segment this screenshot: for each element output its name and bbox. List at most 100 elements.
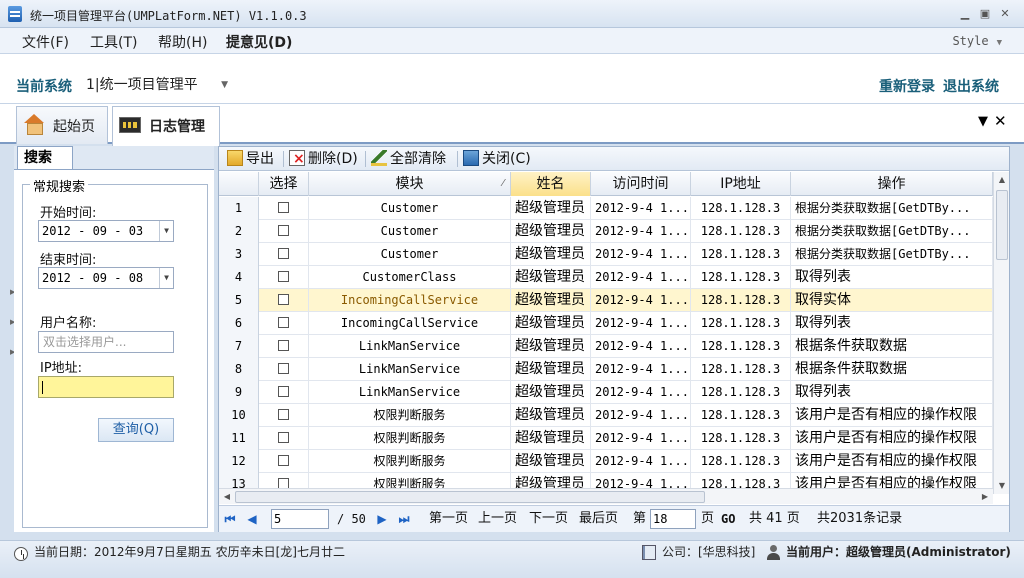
total-records-text: 共2031条记录 — [817, 511, 903, 526]
table-row[interactable]: 1 Customer 超级管理员 2012-9-4 1... 128.1.128.3 根据… — [219, 197, 993, 220]
scroll-thumb[interactable] — [235, 491, 705, 503]
row-checkbox[interactable] — [278, 340, 289, 351]
grid-header: 选择 模块 ⁄ 姓名 访问时间 IP地址 操作 — [219, 172, 993, 196]
operation-cell: 根据分类获取数据[GetDTBy... — [791, 220, 993, 243]
log-grid: 选择 模块 ⁄ 姓名 访问时间 IP地址 操作 1 Customer 超级管理员 201… — [219, 172, 993, 494]
scroll-left-icon[interactable]: ◀ — [219, 489, 235, 505]
row-checkbox[interactable] — [278, 455, 289, 466]
scroll-up-icon[interactable]: ▲ — [994, 172, 1010, 188]
name-cell: 超级管理员 — [511, 197, 591, 220]
select-cell — [259, 243, 309, 266]
menu-feedback[interactable]: 提意见(D) — [226, 32, 292, 52]
next-page-link[interactable]: 下一页 — [529, 510, 568, 528]
ip-address-input[interactable] — [38, 376, 174, 398]
user-name-input[interactable]: 双击选择用户... — [38, 331, 174, 353]
menu-help[interactable]: 帮助(H) — [158, 32, 207, 52]
close-tab-icon[interactable]: ✕ — [994, 112, 1007, 130]
table-row[interactable]: 8 LinkManService 超级管理员 2012-9-4 1... 128.1.1… — [219, 358, 993, 381]
row-checkbox[interactable] — [278, 294, 289, 305]
goto-page-input[interactable]: 18 — [650, 509, 696, 529]
chevron-down-icon[interactable]: ▼ — [159, 221, 173, 241]
table-row[interactable]: 5 IncomingCallService 超级管理员 2012-9-4 1... 12… — [219, 289, 993, 312]
table-row[interactable]: 6 IncomingCallService 超级管理员 2012-9-4 1... 12… — [219, 312, 993, 335]
search-tab[interactable]: 搜索 — [17, 146, 73, 170]
column-header-ip[interactable]: IP地址 — [691, 172, 791, 196]
table-row[interactable]: 7 LinkManService 超级管理员 2012-9-4 1... 128.1.1… — [219, 335, 993, 358]
first-page-link[interactable]: 第一页 — [429, 510, 468, 528]
scroll-right-icon[interactable]: ▶ — [977, 489, 993, 505]
query-button[interactable]: 查询(Q) — [98, 418, 174, 442]
table-row[interactable]: 12 权限判断服务 超级管理员 2012-9-4 1... 128.1.128.3 该用户… — [219, 450, 993, 473]
title-bar: 统一项目管理平台(UMPLatForm.NET) V1.1.0.3 ▁ ▣ ✕ — [0, 0, 1024, 28]
tab-list-dropdown-icon[interactable]: ▼ — [978, 114, 988, 129]
menu-tools[interactable]: 工具(T) — [90, 32, 137, 52]
prev-page-icon[interactable]: ◀ — [245, 511, 259, 527]
tab-start-page[interactable]: 起始页 — [16, 106, 108, 144]
last-page-icon[interactable]: ⏭ — [397, 511, 411, 527]
column-header-visit-time[interactable]: 访问时间 — [591, 172, 691, 196]
visit-time-cell: 2012-9-4 1... — [591, 312, 691, 335]
end-time-label: 结束时间: — [40, 253, 97, 268]
select-cell — [259, 404, 309, 427]
row-checkbox[interactable] — [278, 225, 289, 236]
horizontal-scrollbar[interactable]: ◀ ▶ — [219, 488, 993, 504]
visit-time-cell: 2012-9-4 1... — [591, 243, 691, 266]
goto-suffix: 页 — [701, 511, 715, 526]
delete-button[interactable]: 删除(D) — [289, 149, 358, 169]
table-row[interactable]: 2 Customer 超级管理员 2012-9-4 1... 128.1.128.3 根据… — [219, 220, 993, 243]
select-cell — [259, 335, 309, 358]
module-cell: Customer — [309, 220, 511, 243]
end-date-picker[interactable]: 2012 - 09 - 08 ▼ — [38, 267, 174, 289]
export-button[interactable]: 导出 — [227, 149, 274, 169]
column-header-operation[interactable]: 操作 — [791, 172, 993, 196]
visit-time-cell: 2012-9-4 1... — [591, 450, 691, 473]
row-number: 10 — [219, 404, 259, 427]
go-button[interactable]: GO — [721, 510, 735, 528]
select-cell — [259, 266, 309, 289]
row-number: 6 — [219, 312, 259, 335]
row-checkbox[interactable] — [278, 248, 289, 259]
column-header-module[interactable]: 模块 ⁄ — [309, 172, 511, 196]
row-checkbox[interactable] — [278, 386, 289, 397]
tab-log-management[interactable]: 日志管理 — [112, 106, 220, 146]
clear-all-button[interactable]: 全部清除 — [371, 149, 446, 169]
column-header-row-number[interactable] — [219, 172, 259, 196]
row-checkbox[interactable] — [278, 202, 289, 213]
scroll-thumb[interactable] — [996, 190, 1008, 260]
name-cell: 超级管理员 — [511, 358, 591, 381]
chevron-down-icon[interactable]: ▼ — [159, 268, 173, 288]
row-checkbox[interactable] — [278, 363, 289, 374]
close-button[interactable]: 关闭(C) — [463, 149, 531, 169]
relogin-link[interactable]: 重新登录 — [879, 76, 935, 96]
row-checkbox[interactable] — [278, 409, 289, 420]
system-select[interactable]: 1|统一项目管理平 ▼ — [84, 74, 232, 96]
close-window-button[interactable]: ✕ — [998, 8, 1012, 20]
vertical-scrollbar[interactable]: ▲ ▼ — [993, 172, 1009, 494]
last-page-link[interactable]: 最后页 — [579, 510, 618, 528]
first-page-icon[interactable]: ⏮ — [223, 511, 237, 527]
table-row[interactable]: 9 LinkManService 超级管理员 2012-9-4 1... 128.1.1… — [219, 381, 993, 404]
menu-file[interactable]: 文件(F) — [22, 32, 69, 52]
row-checkbox[interactable] — [278, 317, 289, 328]
current-page-input[interactable]: 5 — [271, 509, 329, 529]
start-date-picker[interactable]: 2012 - 09 - 03 ▼ — [38, 220, 174, 242]
column-header-name[interactable]: 姓名 — [511, 172, 591, 196]
column-header-select[interactable]: 选择 — [259, 172, 309, 196]
table-row[interactable]: 4 CustomerClass 超级管理员 2012-9-4 1... 128.1.12… — [219, 266, 993, 289]
row-checkbox[interactable] — [278, 432, 289, 443]
tab-strip: 起始页 日志管理 — [0, 104, 1024, 146]
visit-time-cell: 2012-9-4 1... — [591, 358, 691, 381]
table-row[interactable]: 10 权限判断服务 超级管理员 2012-9-4 1... 128.1.128.3 该用户… — [219, 404, 993, 427]
prev-page-link[interactable]: 上一页 — [478, 510, 517, 528]
style-menu[interactable]: Style — [952, 34, 1002, 48]
scroll-down-icon[interactable]: ▼ — [994, 478, 1010, 494]
restore-button[interactable]: ▣ — [978, 8, 992, 20]
table-row[interactable]: 3 Customer 超级管理员 2012-9-4 1... 128.1.128.3 根据… — [219, 243, 993, 266]
row-checkbox[interactable] — [278, 271, 289, 282]
next-page-icon[interactable]: ▶ — [375, 511, 389, 527]
select-cell — [259, 220, 309, 243]
logout-link[interactable]: 退出系统 — [943, 76, 999, 96]
minimize-button[interactable]: ▁ — [958, 8, 972, 20]
log-grid-panel: 导出 删除(D) 全部清除 关闭(C) 选择 模块⁄ 姓名 访问时间 IP地址 … — [218, 146, 1010, 532]
table-row[interactable]: 11 权限判断服务 超级管理员 2012-9-4 1... 128.1.128.3 该用户… — [219, 427, 993, 450]
